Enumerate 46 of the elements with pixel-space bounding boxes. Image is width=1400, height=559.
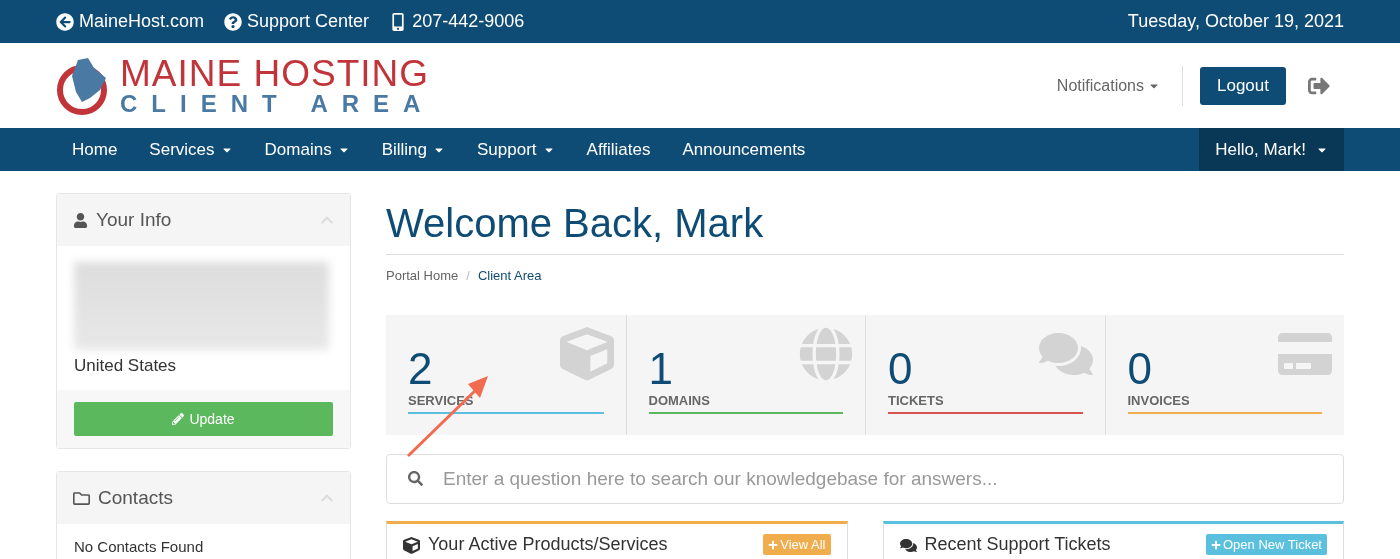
breadcrumb-link[interactable]: Portal Home (386, 268, 459, 283)
stat-count: 1 (648, 347, 673, 391)
folder-icon (73, 489, 90, 507)
arrow-left-icon (56, 12, 74, 31)
stat-count: 2 (408, 347, 433, 391)
nav-item[interactable]: Services (133, 128, 249, 171)
date-text: Tuesday, October 19, 2021 (1127, 11, 1344, 32)
logout-button[interactable]: Logout (1200, 66, 1286, 105)
panel-title: Your Info (96, 209, 172, 231)
page-title: Welcome Back, Mark (386, 193, 1344, 255)
cube-icon (403, 537, 420, 554)
globe-icon (799, 327, 853, 381)
nav-item[interactable]: Domains (248, 128, 366, 171)
nav-item[interactable]: Support (461, 128, 571, 171)
nav-item[interactable]: Announcements (666, 128, 822, 171)
logo-title: MAINE HOSTING (120, 55, 431, 92)
stat-label[interactable]: INVOICES (1127, 393, 1190, 408)
search-icon (408, 471, 423, 486)
nav-item[interactable]: Billing (365, 128, 461, 171)
top-link[interactable]: 207-442-9006 (389, 11, 525, 32)
country-text: United States (74, 356, 178, 376)
breadcrumb-separator: / (466, 268, 470, 283)
logo-subtitle: CLIENT AREA (120, 92, 435, 116)
user-icon (73, 212, 88, 228)
stat-label[interactable]: TICKETS (888, 393, 944, 408)
panel-title: Recent Support Tickets (924, 534, 1111, 555)
stat-label[interactable]: DOMAINS (648, 393, 710, 408)
search-field[interactable]: Enter a question here to search our knowledgebase for answers... (386, 454, 1344, 504)
nav-item[interactable]: Home (56, 128, 134, 171)
plus-icon (768, 539, 779, 550)
pencil-icon (172, 413, 185, 425)
stat-count: 0 (888, 347, 913, 391)
notifications-menu[interactable]: Notifications (1056, 65, 1183, 106)
cube-icon (559, 327, 614, 381)
top-link[interactable]: Support Center (224, 11, 370, 32)
stat-count: 0 (1127, 347, 1152, 391)
empty-text: No Contacts Found (73, 537, 205, 557)
chat-bubbles-icon (899, 537, 917, 554)
top-link[interactable]: MaineHost.com (56, 11, 205, 32)
breadcrumb-link[interactable]: Client Area (477, 268, 542, 283)
panel-title: Your Active Products/Services (428, 534, 668, 555)
panel-title: Contacts (98, 487, 173, 509)
nav-item[interactable]: Affiliates (570, 128, 667, 171)
user-menu[interactable]: Hello, Mark! (1199, 128, 1344, 171)
plus-icon (1211, 539, 1221, 550)
question-icon (224, 12, 243, 31)
